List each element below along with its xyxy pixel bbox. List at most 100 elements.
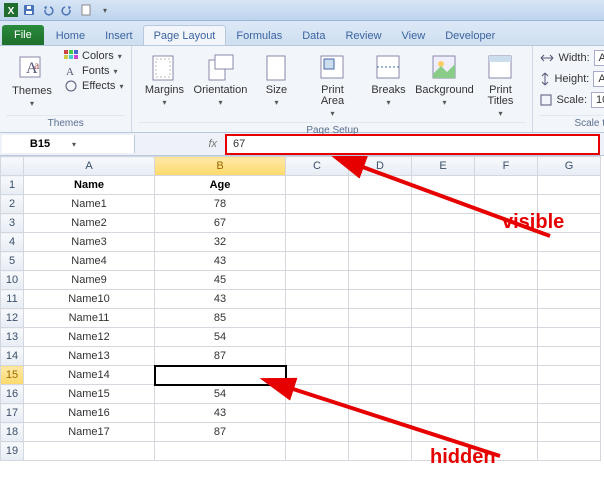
row-header-1[interactable]: 1 [1, 176, 24, 195]
name-box-dropdown-icon[interactable]: ▾ [72, 140, 76, 149]
name-box-input[interactable] [8, 137, 72, 151]
cell-G3[interactable] [538, 214, 601, 233]
cell-G11[interactable] [538, 290, 601, 309]
cell-B14[interactable]: 87 [155, 347, 286, 366]
cell-B10[interactable]: 45 [155, 271, 286, 290]
col-header-F[interactable]: F [475, 157, 538, 176]
row-header-5[interactable]: 5 [1, 252, 24, 271]
name-box[interactable]: ▾ [2, 135, 135, 153]
background-button[interactable]: Background▾ [418, 49, 470, 109]
col-header-G[interactable]: G [538, 157, 601, 176]
cell-A15[interactable]: Name14 [24, 366, 155, 385]
cell-C16[interactable] [286, 385, 349, 404]
cell-F10[interactable] [475, 271, 538, 290]
cell-D16[interactable] [349, 385, 412, 404]
height-row[interactable]: Height:Automatic [539, 70, 604, 88]
cell-F15[interactable] [475, 366, 538, 385]
cell-C10[interactable] [286, 271, 349, 290]
cell-D3[interactable] [349, 214, 412, 233]
row-header-12[interactable]: 12 [1, 309, 24, 328]
cell-G10[interactable] [538, 271, 601, 290]
row-header-16[interactable]: 16 [1, 385, 24, 404]
cell-C4[interactable] [286, 233, 349, 252]
qat-undo-icon[interactable] [40, 2, 56, 18]
cell-D2[interactable] [349, 195, 412, 214]
cell-B5[interactable]: 43 [155, 252, 286, 271]
row-header-13[interactable]: 13 [1, 328, 24, 347]
cell-A2[interactable]: Name1 [24, 195, 155, 214]
row-header-15[interactable]: 15 [1, 366, 24, 385]
cell-A16[interactable]: Name15 [24, 385, 155, 404]
cell-D14[interactable] [349, 347, 412, 366]
row-header-10[interactable]: 10 [1, 271, 24, 290]
cell-A1[interactable]: Name [24, 176, 155, 195]
tab-formulas[interactable]: Formulas [226, 26, 292, 45]
fonts-button[interactable]: AFonts▾ [62, 64, 125, 78]
cell-E12[interactable] [412, 309, 475, 328]
row-header-17[interactable]: 17 [1, 404, 24, 423]
cell-C14[interactable] [286, 347, 349, 366]
col-header-E[interactable]: E [412, 157, 475, 176]
cell-C18[interactable] [286, 423, 349, 442]
themes-button[interactable]: Aa Themes▾ [6, 49, 58, 110]
cell-F4[interactable] [475, 233, 538, 252]
fx-label[interactable]: fx [137, 138, 225, 150]
cell-B19[interactable] [155, 442, 286, 461]
cell-E5[interactable] [412, 252, 475, 271]
cell-G4[interactable] [538, 233, 601, 252]
cell-B17[interactable]: 43 [155, 404, 286, 423]
tab-page-layout[interactable]: Page Layout [143, 25, 227, 45]
cell-C13[interactable] [286, 328, 349, 347]
cell-A14[interactable]: Name13 [24, 347, 155, 366]
cell-E10[interactable] [412, 271, 475, 290]
cell-A10[interactable]: Name9 [24, 271, 155, 290]
cell-C11[interactable] [286, 290, 349, 309]
cell-D5[interactable] [349, 252, 412, 271]
tab-review[interactable]: Review [335, 26, 391, 45]
cell-D11[interactable] [349, 290, 412, 309]
cell-C1[interactable] [286, 176, 349, 195]
cell-G14[interactable] [538, 347, 601, 366]
cell-B15[interactable] [155, 366, 286, 385]
cell-F1[interactable] [475, 176, 538, 195]
cell-F18[interactable] [475, 423, 538, 442]
tab-file[interactable]: File [2, 25, 44, 45]
cell-E16[interactable] [412, 385, 475, 404]
cell-A18[interactable]: Name17 [24, 423, 155, 442]
cell-C3[interactable] [286, 214, 349, 233]
cell-E3[interactable] [412, 214, 475, 233]
cell-G1[interactable] [538, 176, 601, 195]
row-header-3[interactable]: 3 [1, 214, 24, 233]
cell-G18[interactable] [538, 423, 601, 442]
cell-B12[interactable]: 85 [155, 309, 286, 328]
select-all[interactable] [1, 157, 24, 176]
effects-button[interactable]: Effects▾ [62, 79, 125, 93]
cell-E2[interactable] [412, 195, 475, 214]
row-header-2[interactable]: 2 [1, 195, 24, 214]
tab-data[interactable]: Data [292, 26, 335, 45]
breaks-button[interactable]: Breaks▾ [362, 49, 414, 109]
tab-developer[interactable]: Developer [435, 26, 505, 45]
cell-B3[interactable]: 67 [155, 214, 286, 233]
cell-F17[interactable] [475, 404, 538, 423]
cell-G19[interactable] [538, 442, 601, 461]
cell-A19[interactable] [24, 442, 155, 461]
cell-F16[interactable] [475, 385, 538, 404]
row-header-4[interactable]: 4 [1, 233, 24, 252]
col-header-A[interactable]: A [24, 157, 155, 176]
cell-C2[interactable] [286, 195, 349, 214]
cell-F13[interactable] [475, 328, 538, 347]
qat-customize-icon[interactable]: ▾ [97, 2, 113, 18]
cell-D10[interactable] [349, 271, 412, 290]
cell-G15[interactable] [538, 366, 601, 385]
cell-B2[interactable]: 78 [155, 195, 286, 214]
cell-A11[interactable]: Name10 [24, 290, 155, 309]
qat-save-icon[interactable] [21, 2, 37, 18]
cell-D12[interactable] [349, 309, 412, 328]
cell-A13[interactable]: Name12 [24, 328, 155, 347]
cell-F12[interactable] [475, 309, 538, 328]
cell-C19[interactable] [286, 442, 349, 461]
cell-D15[interactable] [349, 366, 412, 385]
cell-F3[interactable] [475, 214, 538, 233]
row-header-14[interactable]: 14 [1, 347, 24, 366]
